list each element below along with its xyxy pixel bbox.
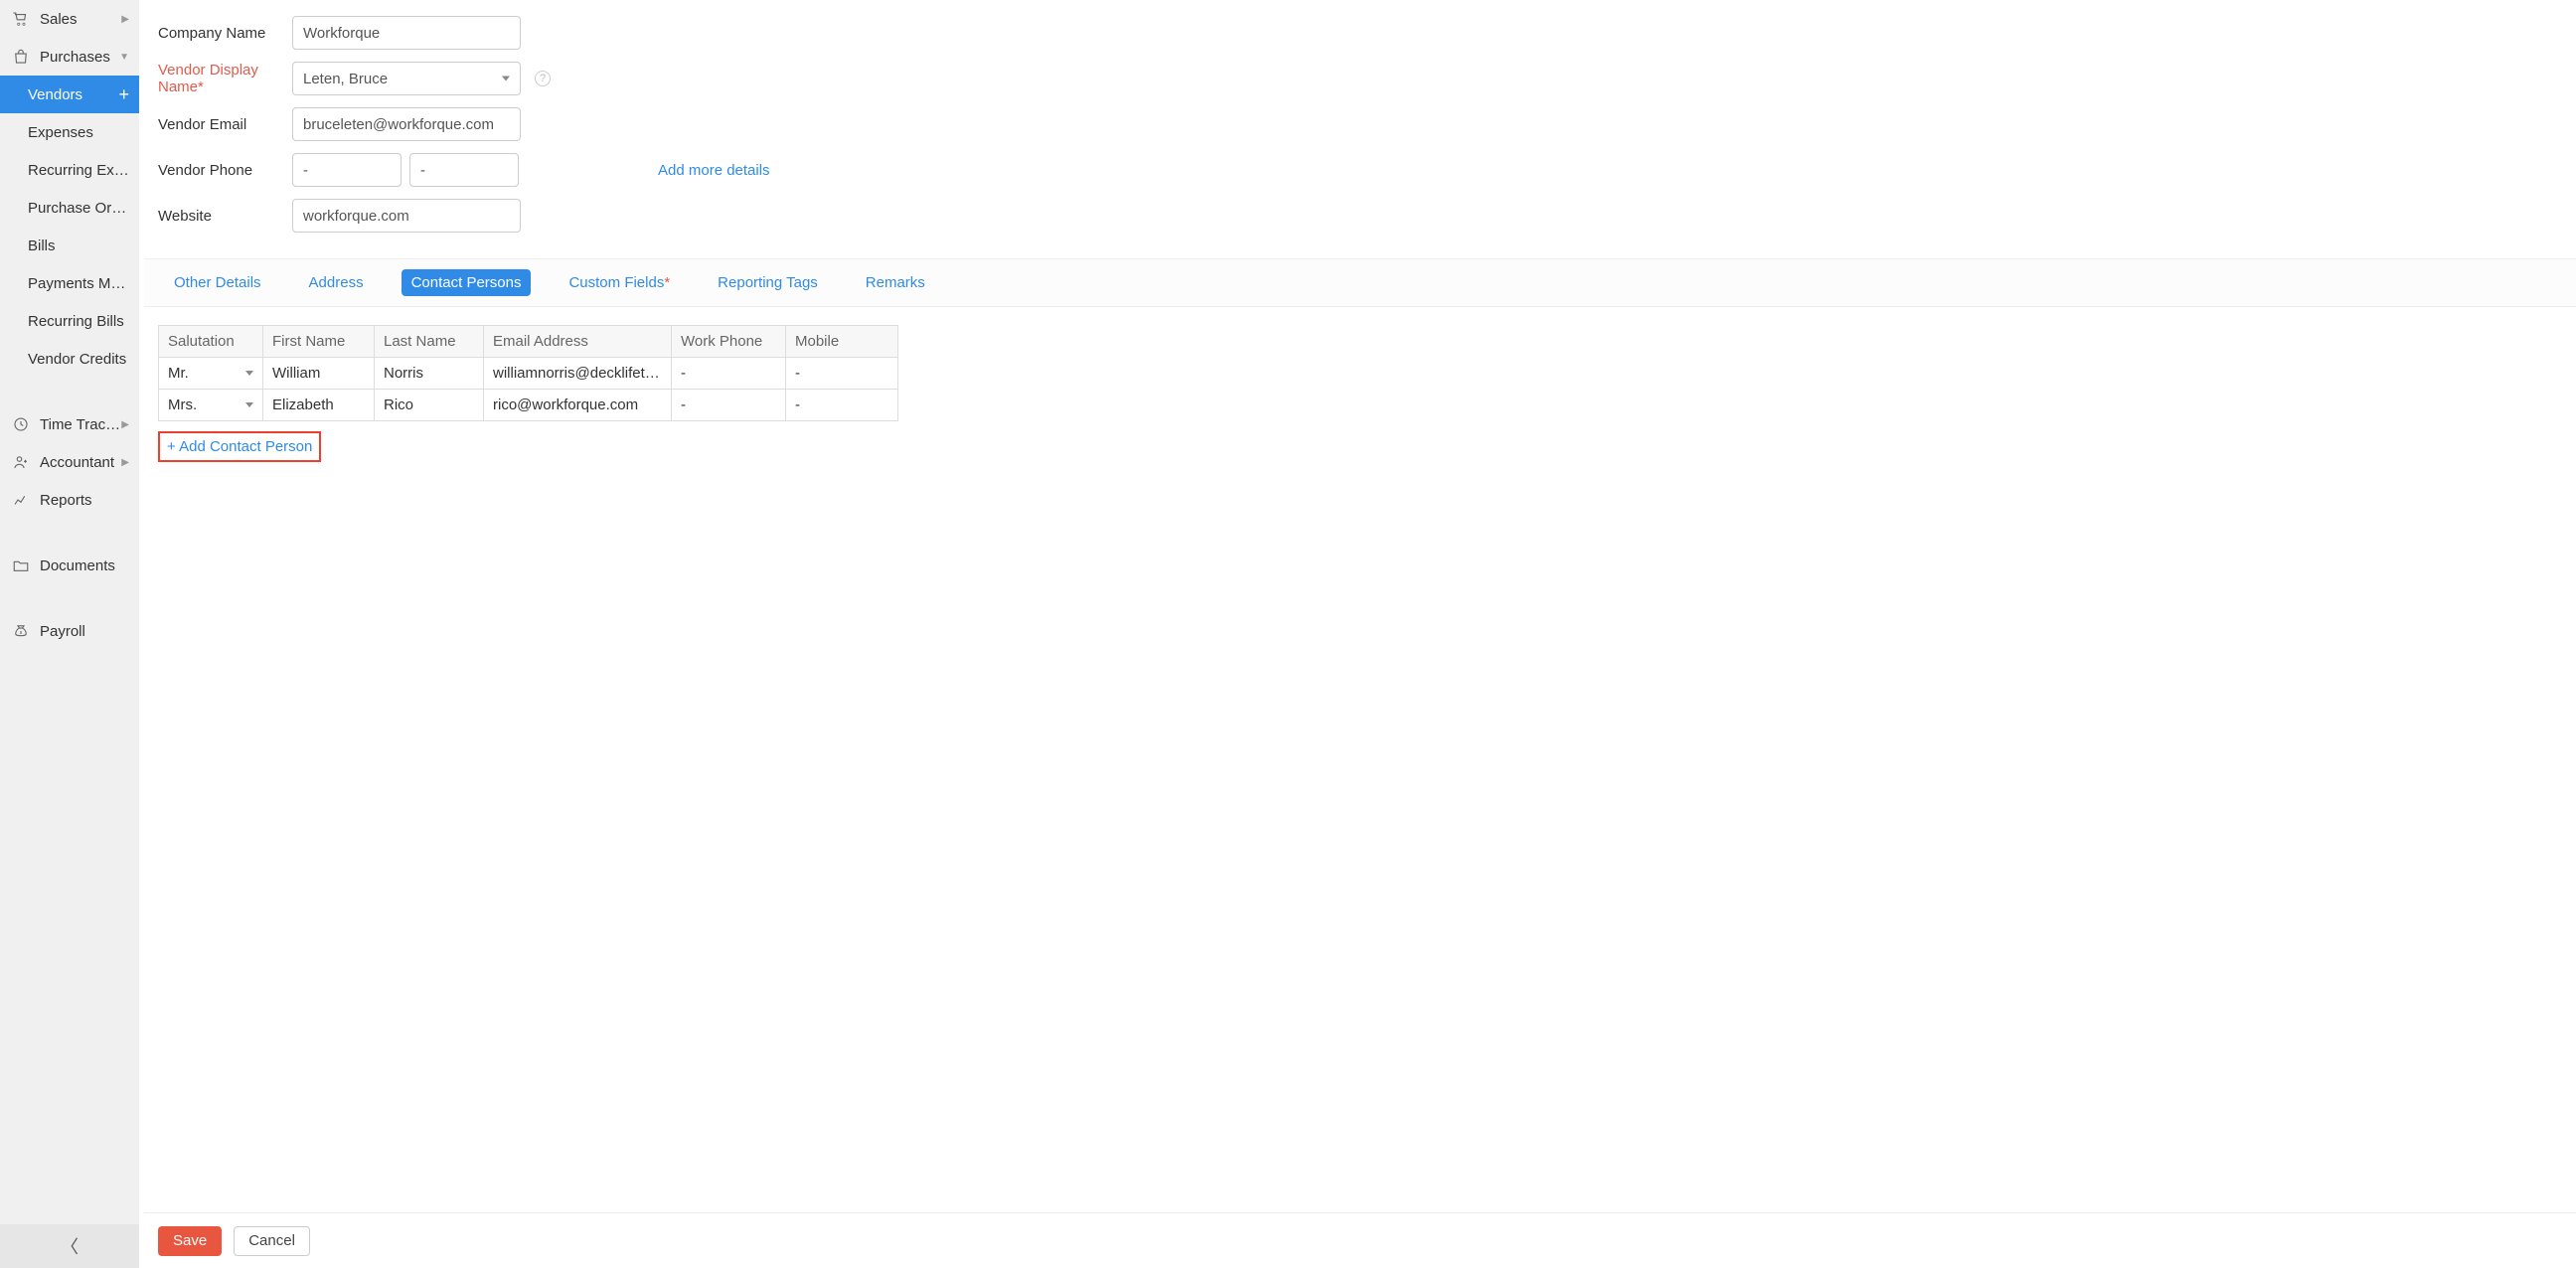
table-row: Mrs. Elizabeth Rico rico@workforque.com … [159, 390, 898, 421]
main-panel: Company Name Vendor Display Name Leten, … [144, 0, 2576, 1268]
sidebar-label: Documents [40, 557, 129, 574]
input-vendor-phone-2[interactable] [409, 153, 519, 187]
label-vendor-email: Vendor Email [158, 116, 292, 133]
folder-icon [12, 556, 30, 574]
sidebar-label: Vendors [28, 86, 118, 103]
th-mobile: Mobile [786, 326, 898, 358]
sidebar-label: Purchases [40, 49, 119, 66]
cell-email[interactable]: williamnorris@decklifeth.com [484, 358, 672, 390]
cell-work-phone[interactable]: - [672, 358, 786, 390]
cell-salutation-select[interactable]: Mr. [168, 365, 253, 382]
link-add-contact-person[interactable]: + Add Contact Person [158, 431, 321, 462]
save-button[interactable]: Save [158, 1226, 222, 1256]
person-icon [12, 453, 30, 471]
tab-reporting-tags[interactable]: Reporting Tags [708, 269, 828, 296]
th-first-name: First Name [263, 326, 375, 358]
input-website[interactable] [292, 199, 521, 233]
table-row: Mr. William Norris williamnorris@decklif… [159, 358, 898, 390]
tab-contact-persons[interactable]: Contact Persons [402, 269, 532, 296]
sidebar-item-expenses[interactable]: Expenses [0, 113, 139, 151]
sidebar-item-accountant[interactable]: Accountant ▶ [0, 443, 139, 481]
sidebar-label: Reports [40, 492, 129, 509]
th-email: Email Address [484, 326, 672, 358]
label-vendor-phone: Vendor Phone [158, 162, 292, 179]
contact-persons-section: Salutation First Name Last Name Email Ad… [144, 307, 2576, 470]
sidebar-item-purchases[interactable]: Purchases ▼ [0, 38, 139, 76]
chevron-right-icon: ▶ [121, 14, 129, 25]
sidebar-item-payments-made[interactable]: Payments Made [0, 264, 139, 302]
link-add-more-details[interactable]: Add more details [658, 162, 770, 179]
sidebar-item-purchase-orders[interactable]: Purchase Orders [0, 189, 139, 227]
cell-work-phone[interactable]: - [672, 390, 786, 421]
sidebar-item-vendor-credits[interactable]: Vendor Credits [0, 340, 139, 378]
label-vendor-display-name: Vendor Display Name [158, 62, 292, 95]
sidebar-item-recurring-bills[interactable]: Recurring Bills [0, 302, 139, 340]
sidebar-label: Accountant [40, 454, 121, 471]
bag-icon [12, 48, 30, 66]
sidebar-label: Vendor Credits [28, 351, 129, 368]
tabs-bar: Other Details Address Contact Persons Cu… [144, 258, 2576, 307]
select-vendor-display-name[interactable]: Leten, Bruce [292, 62, 521, 95]
sidebar-label: Recurring Bills [28, 313, 129, 330]
cell-email[interactable]: rico@workforque.com [484, 390, 672, 421]
cell-salutation-select[interactable]: Mrs. [168, 396, 253, 413]
input-vendor-phone-1[interactable] [292, 153, 402, 187]
input-vendor-email[interactable] [292, 107, 521, 141]
cell-mobile[interactable]: - [795, 396, 800, 413]
cell-first-name[interactable]: Elizabeth [263, 390, 375, 421]
chart-line-icon [12, 491, 30, 509]
sidebar-label: Sales [40, 11, 121, 28]
cell-mobile[interactable]: - [795, 365, 800, 382]
sidebar-item-recurring-expenses[interactable]: Recurring Expenses [0, 151, 139, 189]
chevron-right-icon: ▶ [121, 457, 129, 468]
sidebar-item-sales[interactable]: Sales ▶ [0, 0, 139, 38]
th-work-phone: Work Phone [672, 326, 786, 358]
label-company-name: Company Name [158, 25, 292, 42]
cell-last-name[interactable]: Norris [375, 358, 484, 390]
table-header-row: Salutation First Name Last Name Email Ad… [159, 326, 898, 358]
sidebar-item-bills[interactable]: Bills [0, 227, 139, 264]
chevron-right-icon: ▶ [121, 419, 129, 430]
tab-remarks[interactable]: Remarks [856, 269, 935, 296]
cell-last-name[interactable]: Rico [375, 390, 484, 421]
sidebar-purchases-submenu: Vendors + Expenses Recurring Expenses Pu… [0, 76, 139, 378]
sidebar-item-reports[interactable]: Reports [0, 481, 139, 519]
input-company-name[interactable] [292, 16, 521, 50]
sidebar-item-vendors[interactable]: Vendors + [0, 76, 139, 113]
sidebar-item-payroll[interactable]: Payroll [0, 612, 139, 650]
select-value: Leten, Bruce [303, 71, 388, 87]
plus-icon[interactable]: + [118, 84, 129, 105]
sidebar-label: Payroll [40, 623, 129, 640]
help-icon[interactable]: ? [535, 71, 551, 86]
cell-first-name[interactable]: William [263, 358, 375, 390]
sidebar-label: Time Tracking [40, 416, 121, 433]
sidebar: Sales ▶ Purchases ▼ Vendors + Expenses R… [0, 0, 139, 1268]
tab-custom-fields[interactable]: Custom Fields* [559, 269, 680, 296]
sidebar-label: Bills [28, 238, 129, 254]
sidebar-label: Expenses [28, 124, 129, 141]
clock-icon [12, 415, 30, 433]
form-footer: Save Cancel [144, 1212, 2576, 1268]
sidebar-item-documents[interactable]: Documents [0, 547, 139, 584]
sidebar-collapse-button[interactable]: 〈 [0, 1224, 139, 1268]
vendor-form: Company Name Vendor Display Name Leten, … [144, 0, 2576, 258]
cancel-button[interactable]: Cancel [234, 1226, 310, 1256]
sidebar-label: Purchase Orders [28, 200, 129, 217]
chevron-left-icon: 〈 [61, 1233, 79, 1259]
th-last-name: Last Name [375, 326, 484, 358]
required-asterisk: * [664, 274, 670, 291]
money-bag-icon [12, 622, 30, 640]
tab-address[interactable]: Address [299, 269, 374, 296]
sidebar-item-time-tracking[interactable]: Time Tracking ▶ [0, 405, 139, 443]
tab-other-details[interactable]: Other Details [164, 269, 271, 296]
sidebar-label: Recurring Expenses [28, 162, 129, 179]
cart-icon [12, 10, 30, 28]
contact-persons-table: Salutation First Name Last Name Email Ad… [158, 325, 898, 421]
tab-label: Custom Fields [568, 274, 664, 291]
th-salutation: Salutation [159, 326, 263, 358]
label-website: Website [158, 208, 292, 225]
sidebar-label: Payments Made [28, 275, 129, 292]
chevron-down-icon: ▼ [119, 52, 129, 63]
